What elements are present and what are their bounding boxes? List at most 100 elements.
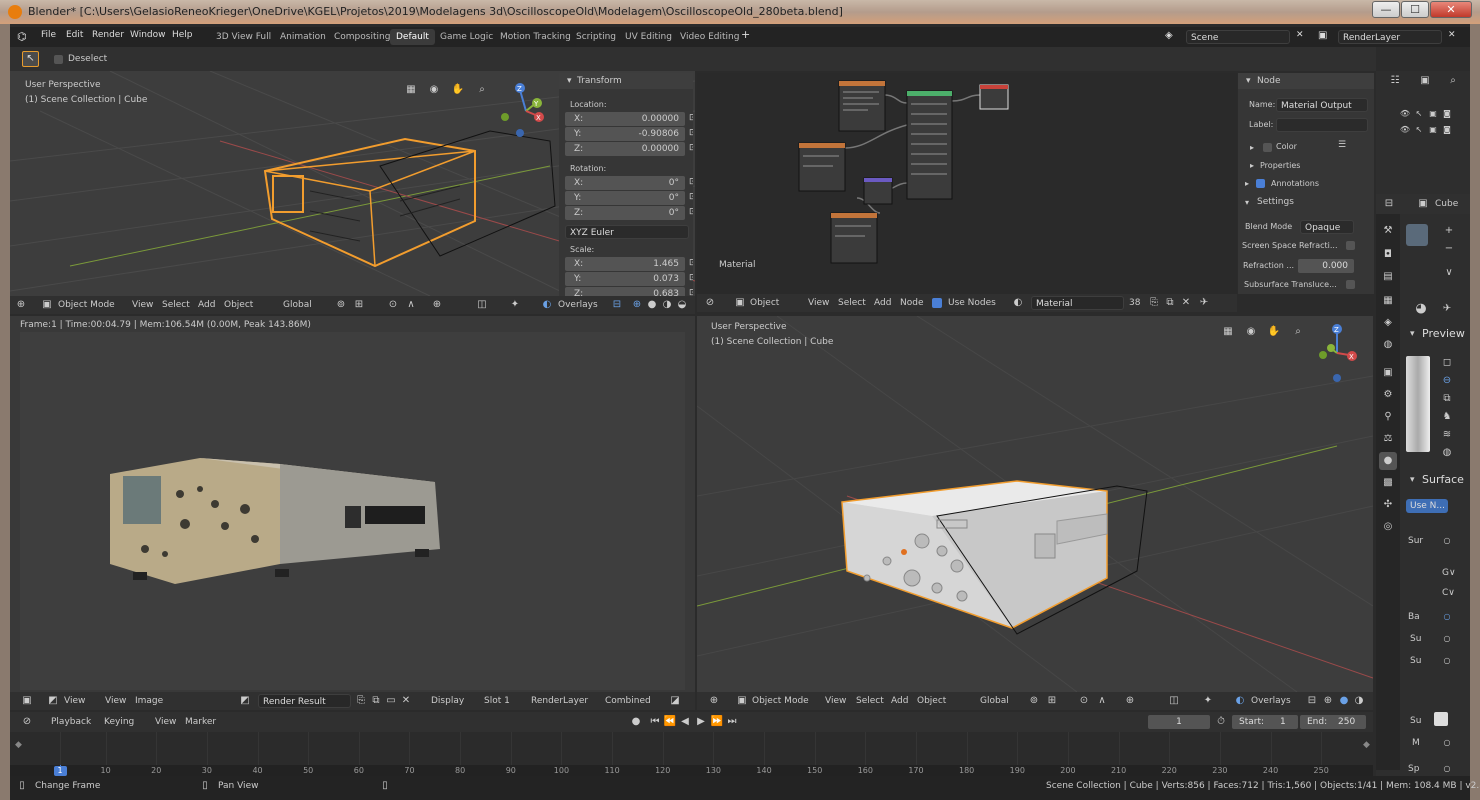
view-layer-tab-icon[interactable]: ▦ xyxy=(1381,294,1395,308)
material-fake-user-icon[interactable]: ⎘ xyxy=(1147,296,1161,310)
vp1-visibility-icon[interactable]: ◫ xyxy=(475,298,489,312)
image-open-icon[interactable]: ▭ xyxy=(384,694,398,708)
lock-icon[interactable]: ⊡ xyxy=(689,258,693,268)
preview-panel-title[interactable]: Preview xyxy=(1422,327,1465,340)
timeline-area[interactable]: ◆ ◆ 1 10 20 30 40 50 60 70 80 90 100 110 120 130 140 15… xyxy=(10,732,1373,776)
rot-field-1[interactable]: Y: 0° xyxy=(565,191,685,205)
vp1-menu-add[interactable]: Add xyxy=(198,300,215,310)
vp1-rendered-shading-icon[interactable]: ◒ xyxy=(675,298,689,312)
select-tool-icon[interactable]: ↖ xyxy=(22,51,39,67)
properties-type-icon[interactable]: ⊟ xyxy=(1382,197,1396,211)
lock-icon[interactable]: ⊡ xyxy=(689,288,693,296)
node-editor[interactable]: Material xyxy=(697,73,1237,294)
vp1-navigation-gizmo[interactable]: Z YX xyxy=(496,81,556,137)
loc-field-2[interactable]: Z: 0.00000 xyxy=(565,142,685,156)
surface-panel-title[interactable]: Surface xyxy=(1422,473,1464,486)
deselect-checkbox[interactable] xyxy=(54,55,63,64)
jump-end-icon[interactable]: ⏭ xyxy=(725,715,739,729)
vp1-material-shading-icon[interactable]: ◑ xyxy=(660,298,674,312)
rot-field-2[interactable]: Z: 0° xyxy=(565,206,685,220)
specular-socket-icon[interactable]: ○ xyxy=(1440,762,1454,776)
end-frame-field[interactable]: End: 250 xyxy=(1300,715,1366,729)
vp2-solid-shading-icon[interactable]: ● xyxy=(1337,694,1351,708)
constraints-tab-icon[interactable]: ⚖ xyxy=(1381,432,1395,446)
lock-icon[interactable]: ⊡ xyxy=(689,177,693,187)
outliner-eye-icon-2[interactable]: 👁 xyxy=(1398,123,1412,137)
refraction-field[interactable]: 0.000 xyxy=(1298,259,1354,273)
preview-cube-icon[interactable]: ⧉ xyxy=(1440,392,1454,406)
use-nodes-button[interactable]: Use N... xyxy=(1406,499,1448,513)
vp1-editor-type-icon[interactable]: ⊕ xyxy=(14,298,28,312)
image-editor[interactable]: Frame:1 | Time:00:04.79 | Mem:106.54M (0… xyxy=(10,316,695,692)
node-panel-header[interactable]: ▾ Node xyxy=(1238,73,1374,89)
image-duplicate-icon[interactable]: ⧉ xyxy=(369,694,383,708)
object-tab-icon[interactable]: ▣ xyxy=(1381,366,1395,380)
slot-menu-icon[interactable]: ∨ xyxy=(1442,266,1456,280)
dropdown-c[interactable]: C∨ xyxy=(1442,588,1455,598)
preview-monkey-icon[interactable]: ♞ xyxy=(1440,410,1454,424)
viewport-bottom-right[interactable]: User Perspective (1) Scene Collection | … xyxy=(697,316,1373,692)
menu-window[interactable]: Window xyxy=(130,30,166,40)
remove-slot-icon[interactable]: − xyxy=(1442,242,1456,256)
clock-icon[interactable]: ⏱ xyxy=(1214,715,1228,729)
node-box-3[interactable] xyxy=(979,84,1009,110)
settings-label[interactable]: Settings xyxy=(1257,197,1294,207)
preview-hair-icon[interactable]: ≋ xyxy=(1440,428,1454,442)
vp1-menu-view[interactable]: View xyxy=(132,300,153,310)
particles-tab-icon[interactable]: ✣ xyxy=(1381,498,1395,512)
scene-field[interactable]: Scene xyxy=(1186,30,1290,44)
vp1-solid-shading-icon[interactable]: ● xyxy=(645,298,659,312)
node-menu-add[interactable]: Add xyxy=(874,298,891,308)
close-button[interactable]: ✕ xyxy=(1430,1,1472,18)
dropdown-g[interactable]: G∨ xyxy=(1442,568,1456,578)
output-tab-icon[interactable]: ▤ xyxy=(1381,270,1395,284)
image-menu-image[interactable]: Image xyxy=(135,696,163,706)
play-icon[interactable]: ▶ xyxy=(694,715,708,729)
material-pin-icon[interactable]: ✈ xyxy=(1197,296,1211,310)
tab-uv-editing[interactable]: UV Editing xyxy=(619,29,678,45)
material-browse-icon[interactable]: ✈ xyxy=(1440,302,1454,316)
timeline-editor-type-icon[interactable]: ⊘ xyxy=(20,715,34,729)
menu-help[interactable]: Help xyxy=(172,30,193,40)
menu-file[interactable]: File xyxy=(41,30,56,40)
vp2-wireframe-shading-icon[interactable]: ⊕ xyxy=(1321,694,1335,708)
vp2-transform-icon[interactable]: ⊕ xyxy=(1123,694,1137,708)
transform-panel-header[interactable]: ▾ Transform xyxy=(559,73,693,89)
image-view-mode-select[interactable]: View xyxy=(64,696,85,706)
outliner-select-icon-2[interactable]: ↖ xyxy=(1412,123,1426,137)
preview-flat-icon[interactable]: ◻ xyxy=(1440,356,1454,370)
annotations-label[interactable]: Annotations xyxy=(1271,179,1319,188)
color-checkbox[interactable] xyxy=(1263,143,1272,152)
vp2-hand-icon[interactable]: ✋ xyxy=(1267,325,1281,339)
outliner-render-icon-1[interactable]: ◙ xyxy=(1440,107,1454,121)
menu-render[interactable]: Render xyxy=(92,30,124,40)
subsurface-socket-1-icon[interactable]: ○ xyxy=(1440,632,1454,646)
node-name-field[interactable]: Material Output xyxy=(1276,98,1368,112)
outliner-camera-icon-2[interactable]: ▣ xyxy=(1426,123,1440,137)
vp2-pivot-icon[interactable]: ⊚ xyxy=(1027,694,1041,708)
lock-icon[interactable]: ⊡ xyxy=(689,143,693,153)
material-duplicate-icon[interactable]: ⧉ xyxy=(1163,296,1177,310)
jump-next-keyframe-icon[interactable]: ⏩ xyxy=(710,715,724,729)
scene-close-icon[interactable]: ✕ xyxy=(1296,30,1304,40)
vp2-orientation-select[interactable]: Global xyxy=(980,696,1009,706)
jump-start-icon[interactable]: ⏮ xyxy=(648,715,662,729)
surface-socket-icon[interactable]: ○ xyxy=(1440,534,1454,548)
outliner-type-icon[interactable]: ☷ xyxy=(1388,74,1402,88)
vp2-visibility-icon[interactable]: ◫ xyxy=(1167,694,1181,708)
vp1-falloff-icon[interactable]: ∧ xyxy=(404,298,418,312)
vp2-overlays-button[interactable]: Overlays xyxy=(1251,696,1291,706)
node-box-1[interactable] xyxy=(838,80,886,132)
lock-icon[interactable]: ⊡ xyxy=(689,273,693,283)
vp1-pivot-icon[interactable]: ⊚ xyxy=(334,298,348,312)
tab-game-logic[interactable]: Game Logic xyxy=(434,29,499,45)
outliner-camera-icon-1[interactable]: ▣ xyxy=(1426,107,1440,121)
outliner-display-icon[interactable]: ▣ xyxy=(1418,74,1432,88)
blender-menu-icon[interactable]: ⌬ xyxy=(17,30,27,43)
material-name-field[interactable]: Material xyxy=(1031,296,1124,310)
image-layer-select[interactable]: RenderLayer xyxy=(531,696,588,706)
vp2-material-shading-icon[interactable]: ◑ xyxy=(1352,694,1366,708)
rot-field-0[interactable]: X: 0° xyxy=(565,176,685,190)
ssr-checkbox[interactable] xyxy=(1346,241,1355,250)
node-box-6[interactable] xyxy=(830,212,878,264)
